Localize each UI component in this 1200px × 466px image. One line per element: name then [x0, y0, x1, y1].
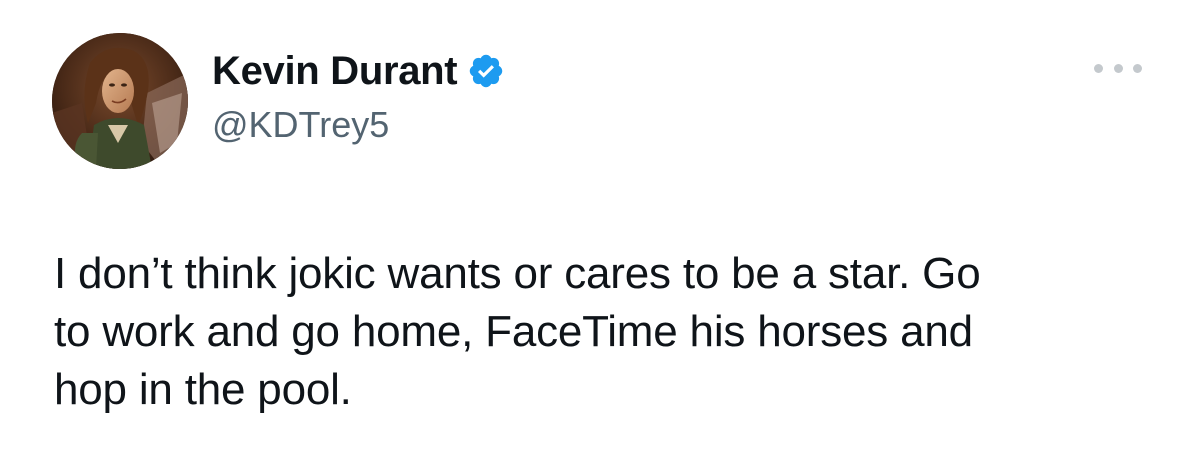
more-dot	[1113, 63, 1123, 73]
author-display-name[interactable]: Kevin Durant	[212, 48, 458, 94]
tweet-card: Kevin Durant @KDTrey5 I don’t think joki…	[0, 0, 1200, 466]
more-dot	[1133, 63, 1142, 73]
avatar[interactable]	[52, 33, 188, 169]
more-options-icon[interactable]	[1094, 56, 1142, 80]
tweet-text-line: to work and go home, FaceTime his horses…	[54, 307, 973, 356]
author-handle[interactable]: @KDTrey5	[212, 104, 389, 146]
tweet-text: I don’t think jokic wants or cares to be…	[54, 245, 1164, 419]
tweet-text-line: hop in the pool.	[54, 365, 352, 414]
avatar-image	[52, 33, 188, 169]
verified-badge-icon	[467, 52, 505, 90]
more-dot	[1094, 63, 1103, 73]
tweet-text-line: I don’t think jokic wants or cares to be…	[54, 249, 981, 298]
author-name-row: Kevin Durant	[212, 48, 505, 94]
